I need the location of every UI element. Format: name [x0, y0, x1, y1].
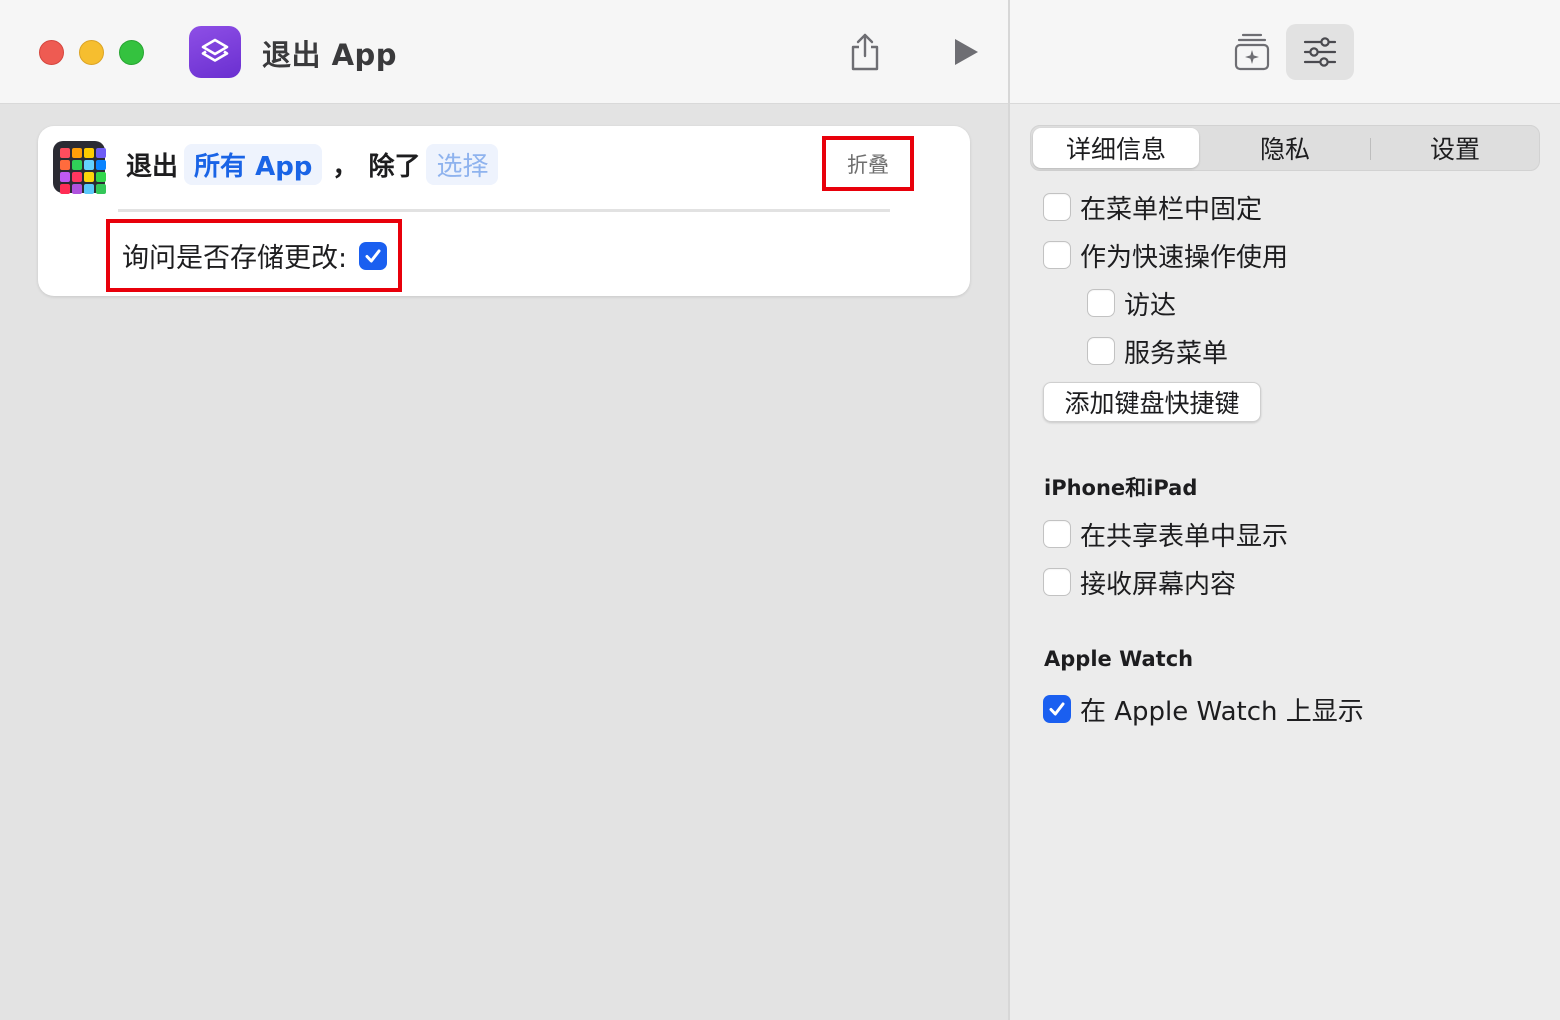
ask-save-changes-option[interactable]: 询问是否存储更改: [106, 219, 402, 292]
close-window-button[interactable] [39, 40, 64, 65]
app-grid-tile [84, 160, 94, 170]
app-grid-tile [72, 172, 82, 182]
share-sheet-label: 在共享表单中显示 [1080, 521, 1289, 552]
services-menu-option[interactable]: 服务菜单 [1087, 333, 1228, 369]
app-grid-tile [96, 184, 106, 194]
action-summary: 退出 所有 App ， 除了 选择 [126, 143, 504, 185]
pin-menubar-option[interactable]: 在菜单栏中固定 [1043, 189, 1262, 225]
zoom-window-button[interactable] [119, 40, 144, 65]
app-grid-tile [72, 160, 82, 170]
app-grid-tile [60, 172, 70, 182]
app-grid-tile [60, 184, 70, 194]
app-grid-tile [60, 160, 70, 170]
show-on-watch-option[interactable]: 在 Apple Watch 上显示 [1043, 691, 1364, 727]
checkmark-icon [1049, 702, 1065, 716]
action-verb: 退出 [126, 151, 179, 182]
action-library-icon [1234, 33, 1270, 71]
quick-action-option[interactable]: 作为快速操作使用 [1043, 237, 1288, 273]
apple-watch-section-header: Apple Watch [1044, 647, 1194, 671]
receive-screen-option[interactable]: 接收屏幕内容 [1043, 564, 1236, 600]
action-library-button[interactable] [1218, 24, 1286, 80]
inspector-tabs: 详细信息 隐私 设置 [1030, 125, 1540, 171]
pin-menubar-checkbox[interactable] [1043, 193, 1071, 221]
app-grid-tile [72, 148, 82, 158]
shortcuts-logo-icon [201, 38, 229, 62]
details-inspector-button[interactable] [1286, 24, 1354, 80]
shortcut-icon[interactable] [189, 26, 241, 78]
run-button[interactable] [941, 28, 989, 76]
card-divider [118, 209, 890, 212]
app-grid-tile [84, 184, 94, 194]
tab-settings[interactable]: 设置 [1371, 128, 1539, 168]
pin-menubar-label: 在菜单栏中固定 [1080, 194, 1263, 225]
quick-action-checkbox[interactable] [1043, 241, 1071, 269]
finder-option[interactable]: 访达 [1087, 285, 1176, 321]
show-on-watch-label: 在 Apple Watch 上显示 [1080, 696, 1364, 727]
app-grid-tile [60, 148, 70, 158]
ask-save-checkbox[interactable] [359, 241, 388, 270]
quick-action-label: 作为快速操作使用 [1080, 242, 1289, 273]
editor-toolbar: 退出 App [0, 0, 1008, 104]
iphone-ipad-section-header: iPhone和iPad [1044, 476, 1198, 500]
window-title: 退出 App [262, 38, 398, 72]
action-comma: ， [332, 151, 359, 182]
inspector-toolbar [1010, 0, 1560, 104]
choose-apps-token[interactable]: 选择 [426, 143, 499, 185]
share-icon [851, 33, 879, 71]
checkmark-icon [365, 249, 381, 262]
inspector-pane: 详细信息 隐私 设置 在菜单栏中固定 作为快速操作使用 访达 服务菜单 添加键盘… [1008, 0, 1560, 1020]
finder-label: 访达 [1124, 290, 1177, 321]
sliders-icon [1303, 37, 1337, 67]
tab-privacy[interactable]: 隐私 [1201, 128, 1369, 168]
services-menu-label: 服务菜单 [1124, 338, 1229, 369]
receive-screen-checkbox[interactable] [1043, 568, 1071, 596]
app-grid-tile [84, 172, 94, 182]
tab-details[interactable]: 详细信息 [1033, 128, 1199, 168]
minimize-window-button[interactable] [79, 40, 104, 65]
ask-save-label: 询问是否存储更改: [122, 243, 348, 274]
action-except-label: 除了 [368, 151, 421, 182]
play-icon [955, 39, 978, 65]
collapse-button[interactable]: 折叠 [822, 136, 914, 191]
app-grid-tile [84, 148, 94, 158]
share-button[interactable] [841, 28, 889, 76]
receive-screen-label: 接收屏幕内容 [1080, 569, 1237, 600]
share-sheet-option[interactable]: 在共享表单中显示 [1043, 516, 1288, 552]
target-apps-token[interactable]: 所有 App [184, 143, 323, 185]
app-grid-tile [72, 184, 82, 194]
app-grid-tile [96, 148, 106, 158]
app-grid-icon [53, 141, 106, 194]
editor-pane: 退出 App 退出 所有 App ， 除了 选择 折叠 询问是否存储更改: [0, 0, 1008, 1020]
app-grid-tile [96, 172, 106, 182]
share-sheet-checkbox[interactable] [1043, 520, 1071, 548]
services-menu-checkbox[interactable] [1087, 337, 1115, 365]
finder-checkbox[interactable] [1087, 289, 1115, 317]
show-on-watch-checkbox[interactable] [1043, 695, 1071, 723]
add-keyboard-shortcut-button[interactable]: 添加键盘快捷键 [1043, 382, 1261, 422]
app-grid-tile [96, 160, 106, 170]
